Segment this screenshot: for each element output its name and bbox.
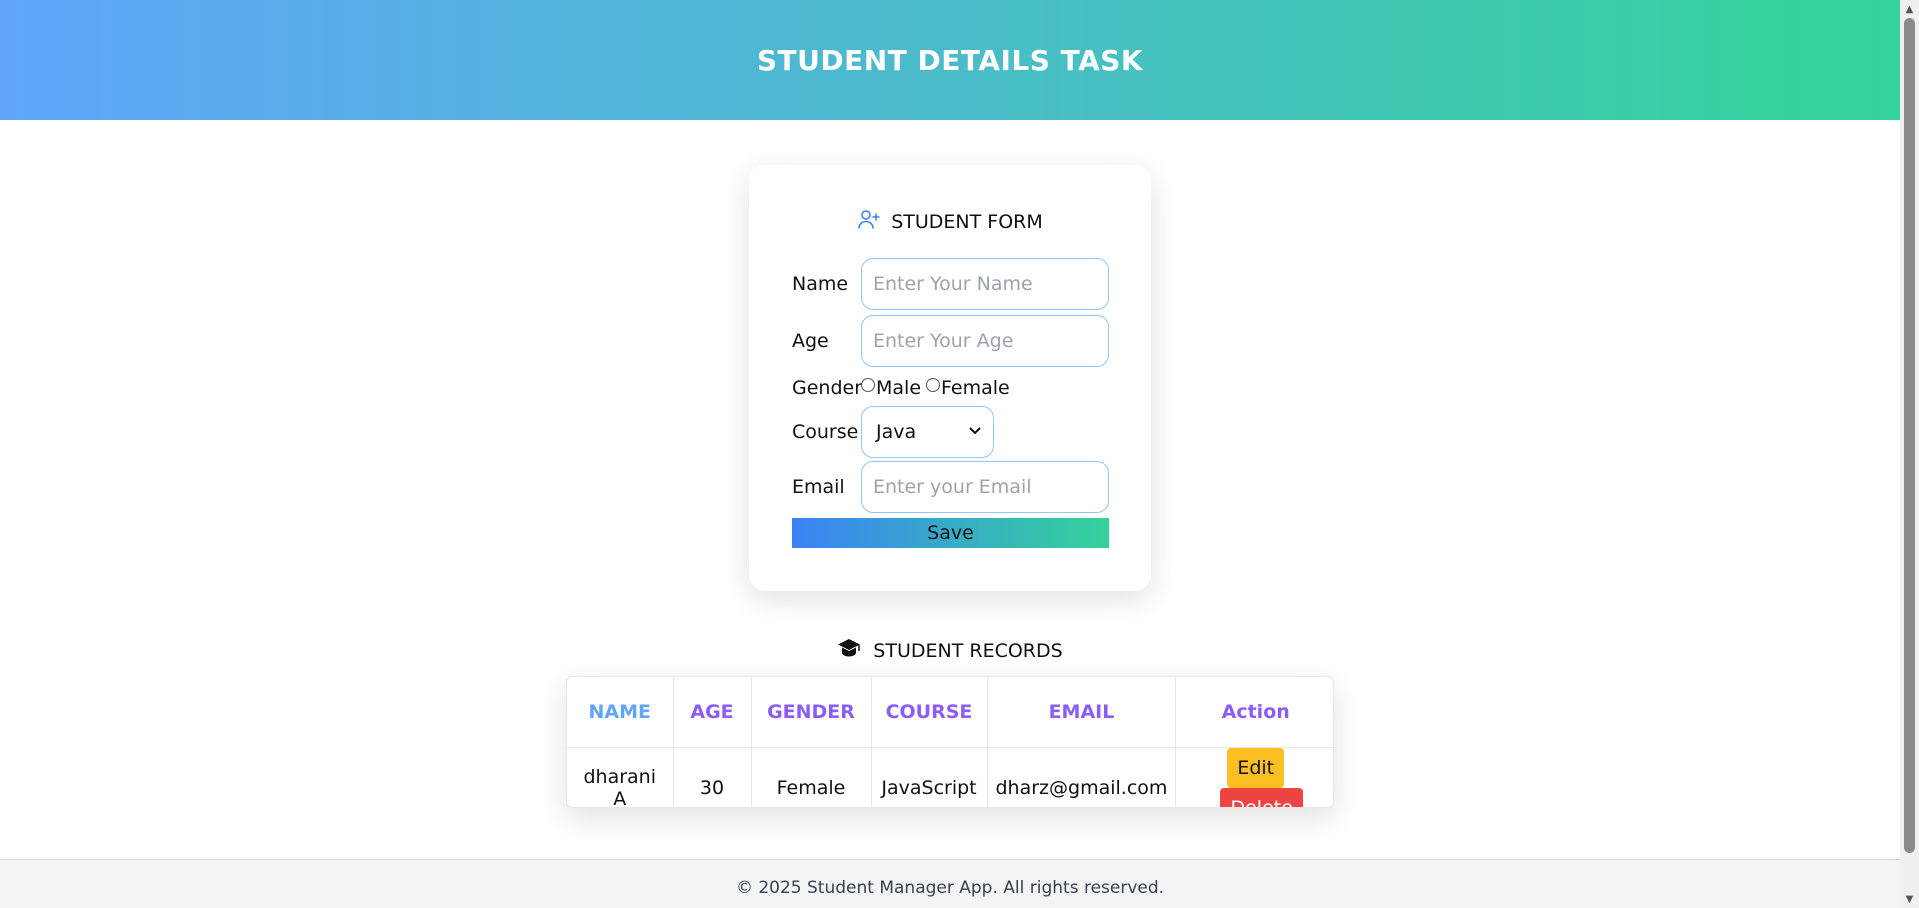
age-row: Age [792,315,1109,367]
records-table: NAME AGE GENDER COURSE EMAIL Action dhar… [567,677,1333,807]
app-header: STUDENT DETAILS TASK [0,0,1900,120]
cell-gender: Female [751,747,872,807]
email-row: Email [792,461,1109,513]
records-table-container: NAME AGE GENDER COURSE EMAIL Action dhar… [566,676,1334,808]
form-title-text: STUDENT FORM [891,210,1043,233]
gender-label: Gender [792,377,863,399]
cell-age: 30 [673,747,752,807]
cell-name: dharani A [567,747,674,807]
edit-button[interactable]: Edit [1227,747,1285,788]
scrollbar-thumb[interactable] [1904,18,1915,853]
table-header-row: NAME AGE GENDER COURSE EMAIL Action [567,677,1333,748]
age-input[interactable] [861,315,1109,367]
gender-radio-group: Male Female [861,377,1010,399]
table-row: dharani A 30 Female JavaScript dharz@gma… [567,747,1333,807]
cell-actions: EditDelete [1176,747,1333,807]
course-select[interactable]: Java [861,406,994,458]
cell-course: JavaScript [871,747,988,807]
email-input[interactable] [861,461,1109,513]
gender-female-radio[interactable] [926,378,941,392]
column-header-age: AGE [673,677,752,748]
user-plus-icon [857,207,881,236]
age-label: Age [792,330,829,352]
save-button[interactable]: Save [792,518,1109,548]
name-row: Name [792,258,1109,310]
gender-male-radio[interactable] [861,378,875,392]
page: STUDENT DETAILS TASK STUDENT FORM Name A… [0,0,1919,908]
student-form-card: STUDENT FORM Name Age Gender Male Female… [749,165,1151,591]
page-title: STUDENT DETAILS TASK [756,43,1144,77]
course-selected-value: Java [876,421,917,443]
form-title: STUDENT FORM [749,207,1151,236]
footer: © 2025 Student Manager App. All rights r… [0,859,1900,908]
cell-email: dharz@gmail.com [987,747,1177,807]
column-header-name: NAME [567,677,674,748]
scroll-down-arrow-icon[interactable]: ▼ [1900,890,1919,908]
email-label: Email [792,476,845,498]
delete-button[interactable]: Delete [1220,787,1303,807]
records-title-text: STUDENT RECORDS [873,639,1063,662]
records-title: STUDENT RECORDS [566,637,1334,664]
chevron-down-icon [969,424,981,440]
course-label: Course [792,421,859,443]
graduation-cap-icon [837,637,861,664]
name-label: Name [792,273,849,295]
column-header-course: COURSE [871,677,988,748]
vertical-scrollbar[interactable]: ▲ ▼ [1900,0,1919,908]
name-input[interactable] [861,258,1109,310]
column-header-action: Action [1175,677,1333,748]
gender-row: Gender Male Female [792,374,1010,402]
gender-female-label: Female [941,377,1010,399]
scroll-up-arrow-icon[interactable]: ▲ [1900,0,1919,18]
gender-male-label: Male [876,377,922,399]
column-header-email: EMAIL [987,677,1177,748]
course-row: Course Java [792,406,994,458]
column-header-gender: GENDER [751,677,872,748]
footer-text: © 2025 Student Manager App. All rights r… [735,878,1165,898]
